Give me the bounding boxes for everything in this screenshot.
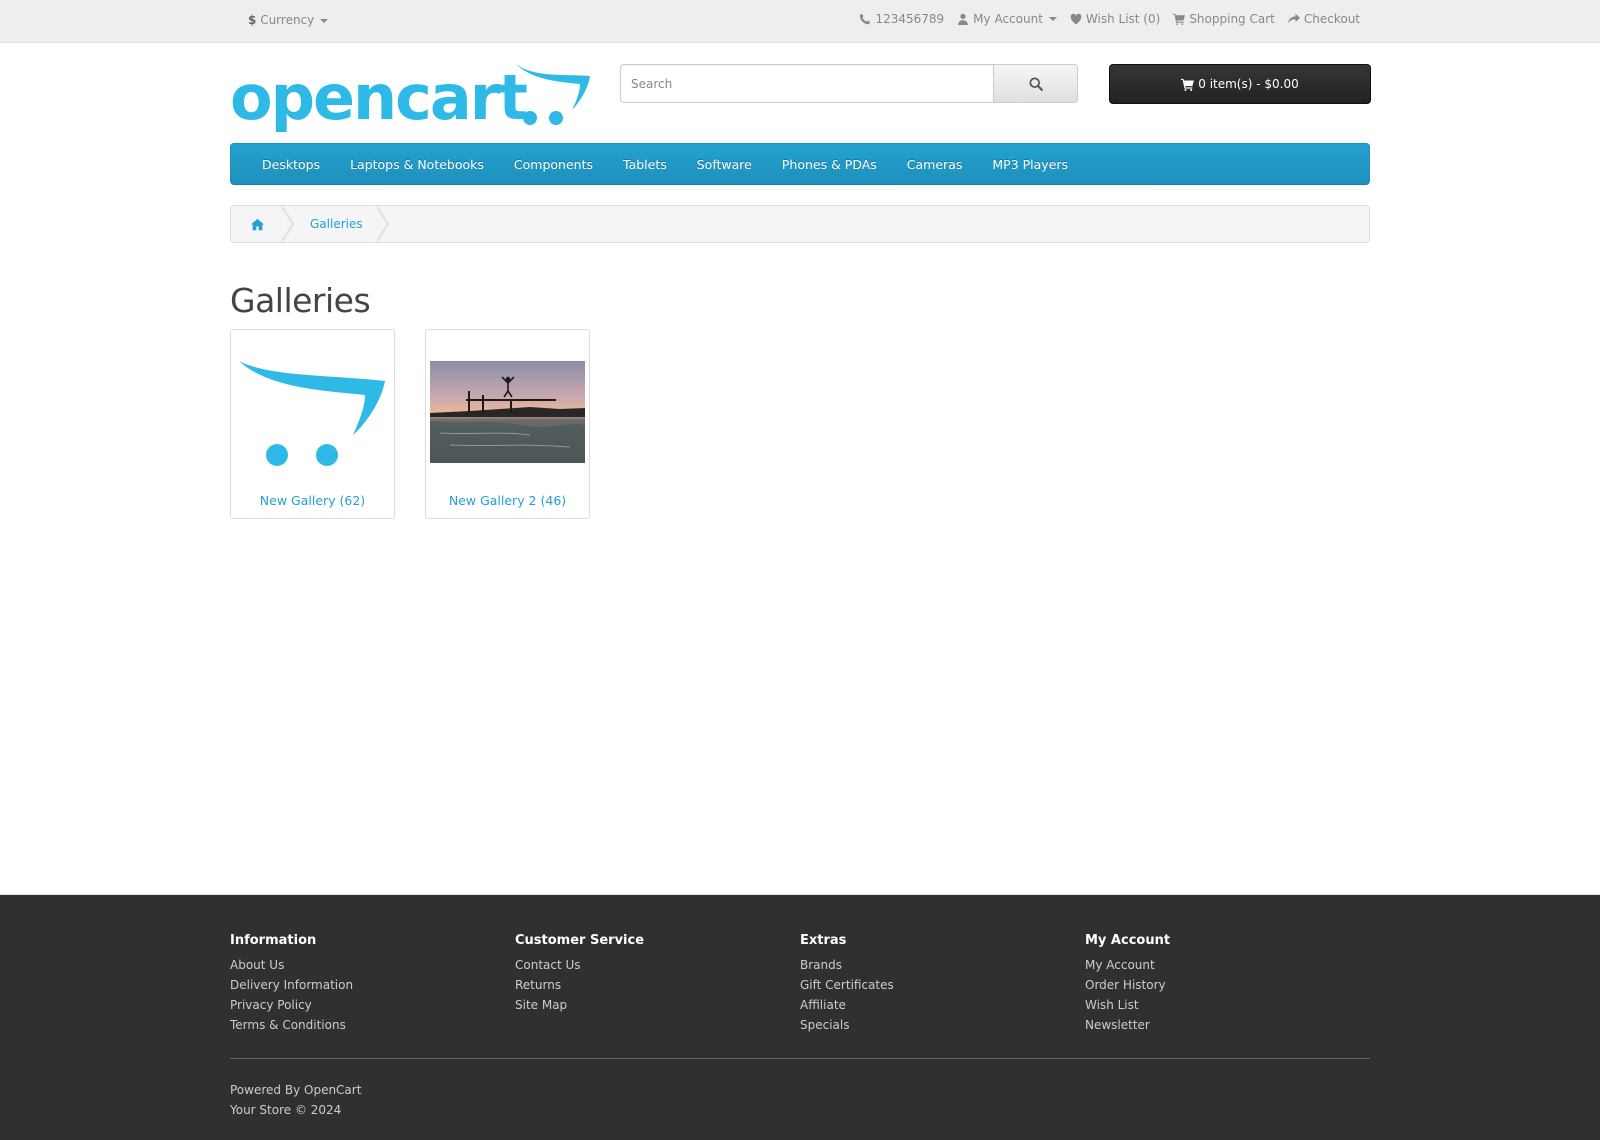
header: opencart 0 item(s) - $0.00 <box>230 43 1371 143</box>
footer-heading: Extras <box>800 933 847 948</box>
gallery-grid: New Gallery (62) New Gallery 2 (46) <box>230 329 1370 519</box>
opencart-cart-icon <box>239 360 385 466</box>
footer-column-extras: Extras Brands Gift Certificates Affiliat… <box>800 933 1085 1035</box>
footer-link-brands[interactable]: Brands <box>800 955 1085 975</box>
footer-link-specials[interactable]: Specials <box>800 1015 1085 1035</box>
breadcrumb-galleries-label: Galleries <box>310 217 363 231</box>
footer-link-returns[interactable]: Returns <box>515 975 800 995</box>
cart-total: 0 item(s) - $0.00 <box>1198 77 1299 91</box>
currency-label: Currency <box>260 13 315 27</box>
store-logo[interactable]: opencart <box>230 62 590 134</box>
opencart-link[interactable]: OpenCart <box>304 1083 361 1097</box>
footer-link-terms-conditions[interactable]: Terms & Conditions <box>230 1015 515 1035</box>
footer-link-delivery-information[interactable]: Delivery Information <box>230 975 515 995</box>
footer-link-order-history[interactable]: Order History <box>1085 975 1370 995</box>
sunset-photo-image <box>430 360 585 463</box>
cart-icon <box>1181 78 1195 91</box>
my-account-dropdown[interactable]: My Account <box>957 12 1057 26</box>
heart-icon <box>1070 13 1082 25</box>
footer-link-wish-list[interactable]: Wish List <box>1085 995 1370 1015</box>
shopping-cart-link[interactable]: Shopping Cart <box>1173 12 1275 26</box>
copyright: Your Store © 2024 <box>230 1103 342 1117</box>
user-icon <box>958 13 969 25</box>
menu-item-laptops-notebooks[interactable]: Laptops & Notebooks <box>335 157 499 172</box>
phone-icon <box>860 13 871 25</box>
menu-item-software[interactable]: Software <box>682 157 767 172</box>
caret-down-icon <box>320 18 329 23</box>
cart-button[interactable]: 0 item(s) - $0.00 <box>1109 64 1371 104</box>
category-menu: Desktops Laptops & Notebooks Components … <box>230 143 1370 185</box>
sunset-pier-thumbnail[interactable] <box>430 334 585 489</box>
footer-heading: Customer Service <box>515 933 645 948</box>
top-links: 123456789 My Account Wish List (0) Shopp… <box>859 12 1360 26</box>
page-title: Galleries <box>230 281 371 320</box>
home-icon <box>251 218 264 230</box>
menu-item-desktops[interactable]: Desktops <box>247 157 335 172</box>
currency-dropdown[interactable]: $ Currency <box>248 13 329 27</box>
phone-link[interactable]: 123456789 <box>859 12 944 26</box>
breadcrumb-home[interactable] <box>231 205 294 243</box>
wishlist-link[interactable]: Wish List (0) <box>1070 12 1160 26</box>
breadcrumb-galleries[interactable]: Galleries <box>290 205 389 243</box>
search-icon <box>1028 76 1043 91</box>
gallery-name[interactable]: New Gallery 2 (46) <box>426 493 589 508</box>
menu-item-components[interactable]: Components <box>499 157 608 172</box>
footer-divider <box>230 1058 1370 1059</box>
footer-link-gift-certificates[interactable]: Gift Certificates <box>800 975 1085 995</box>
footer-heading: Information <box>230 933 317 948</box>
footer-columns: Information About Us Delivery Informatio… <box>230 895 1370 1035</box>
footer-link-affiliate[interactable]: Affiliate <box>800 995 1085 1015</box>
checkout-label: Checkout <box>1303 12 1360 26</box>
logo-cart-icon <box>516 64 590 125</box>
phone-number: 123456789 <box>875 12 945 26</box>
search-input[interactable] <box>620 64 993 103</box>
footer-link-my-account[interactable]: My Account <box>1085 955 1370 975</box>
caret-down-icon <box>1048 17 1057 21</box>
menu-item-tablets[interactable]: Tablets <box>608 157 682 172</box>
top-bar: $ Currency 123456789 My Account Wish Lis… <box>0 0 1600 43</box>
my-account-label: My Account <box>973 12 1043 26</box>
search-button[interactable] <box>993 64 1078 103</box>
checkout-link[interactable]: Checkout <box>1287 12 1360 26</box>
gallery-card[interactable]: New Gallery 2 (46) <box>425 329 590 519</box>
footer: Information About Us Delivery Informatio… <box>0 894 1600 1140</box>
footer-link-newsletter[interactable]: Newsletter <box>1085 1015 1370 1035</box>
footer-column-customer-service: Customer Service Contact Us Returns Site… <box>515 933 800 1035</box>
menu-item-mp3-players[interactable]: MP3 Players <box>977 157 1083 172</box>
logo-text: opencart <box>230 61 528 134</box>
cart-icon <box>1173 13 1186 25</box>
powered-prefix: Powered By <box>230 1083 301 1097</box>
footer-column-my-account: My Account My Account Order History Wish… <box>1085 933 1370 1035</box>
footer-heading: My Account <box>1085 933 1171 948</box>
footer-link-privacy-policy[interactable]: Privacy Policy <box>230 995 515 1015</box>
opencart-cart-thumbnail[interactable] <box>235 334 390 489</box>
footer-powered-by: Powered By OpenCart Your Store © 2024 <box>230 1080 1370 1120</box>
shopping-cart-label: Shopping Cart <box>1189 12 1275 26</box>
footer-link-about-us[interactable]: About Us <box>230 955 515 975</box>
footer-link-contact-us[interactable]: Contact Us <box>515 955 800 975</box>
wishlist-label: Wish List (0) <box>1085 12 1161 26</box>
search-bar <box>620 64 1078 103</box>
currency-symbol: $ <box>248 13 257 27</box>
footer-link-site-map[interactable]: Site Map <box>515 995 800 1015</box>
breadcrumb: Galleries <box>230 205 1370 243</box>
gallery-name[interactable]: New Gallery (62) <box>231 493 394 508</box>
menu-item-cameras[interactable]: Cameras <box>892 157 978 172</box>
menu-item-phones-pdas[interactable]: Phones & PDAs <box>767 157 892 172</box>
share-icon <box>1287 13 1300 24</box>
gallery-card[interactable]: New Gallery (62) <box>230 329 395 519</box>
footer-column-information: Information About Us Delivery Informatio… <box>230 933 515 1035</box>
